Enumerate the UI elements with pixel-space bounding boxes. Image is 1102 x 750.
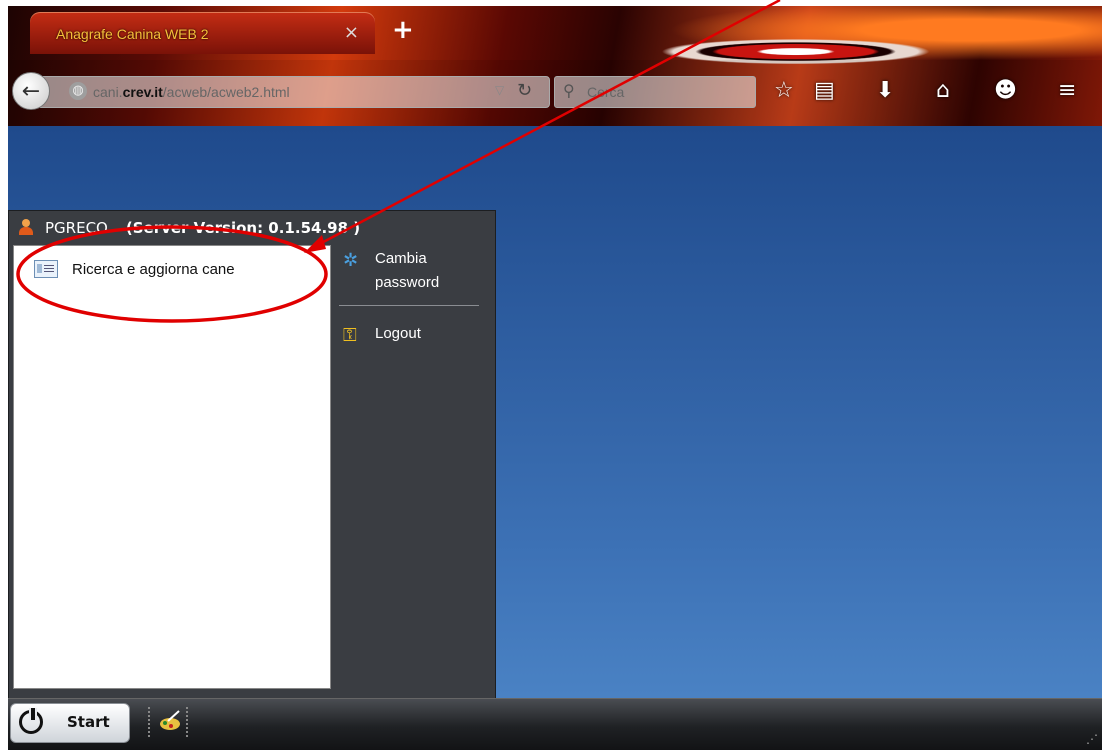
key-icon: ⚿ [343,325,357,346]
menu-item-label: Ricerca e aggiorna cane [72,260,235,278]
power-icon [19,708,43,734]
reload-icon[interactable]: ↻ [517,80,532,101]
change-password-label-1: Cambia [375,250,427,267]
list-window-icon [34,260,58,278]
globe-icon: ◍ [69,82,87,100]
back-arrow-icon: ← [21,78,41,104]
menu-item-ricerca[interactable]: Ricerca e aggiorna cane [34,260,235,278]
window-header: PGRECO (Server Version: 0.1.54.98 ) [9,211,495,245]
url-dropdown-icon[interactable]: ▽ [495,83,504,97]
paint-app-icon[interactable] [158,709,182,733]
change-password-label-2: password [375,274,440,291]
browser-tab[interactable]: Anagrafe Canina WEB 2 × [30,12,375,54]
bookmark-star-icon[interactable]: ☆ [774,80,794,102]
home-icon[interactable]: ⌂ [936,80,950,102]
change-password-button[interactable]: ✲ Cambia password [339,245,489,295]
resize-grip-icon: ⋰ [1086,732,1098,746]
logout-label: Logout [375,325,421,342]
search-input[interactable]: ⚲ Cerca [554,76,756,108]
search-placeholder: Cerca [587,84,625,100]
browser-chrome: Anagrafe Canina WEB 2 × + ◍ cani.crev.it… [8,6,1102,126]
taskbar: Start ⋰ [8,698,1102,750]
window-title: PGRECO (Server Version: 0.1.54.98 ) [45,219,360,237]
desktop-area: PGRECO (Server Version: 0.1.54.98 ) Ricer… [8,126,1102,700]
logout-button[interactable]: ⚿ Logout [339,320,489,346]
back-button[interactable]: ← [12,72,50,110]
tab-close-icon[interactable]: × [344,22,359,43]
user-icon [19,219,33,235]
chat-icon[interactable]: ☻ [994,80,1017,102]
gear-icon: ✲ [343,250,359,271]
nav-toolbar: ◍ cani.crev.it/acweb/acweb2.html ▽ ↻ ← ⚲… [8,60,1102,126]
server-version: (Server Version: 0.1.54.98 ) [125,219,361,237]
url-text: cani.crev.it/acweb/acweb2.html [93,84,290,100]
taskbar-separator [186,707,189,737]
start-label: Start [67,713,110,731]
tab-title: Anagrafe Canina WEB 2 [56,26,209,42]
download-icon[interactable]: ⬇ [876,80,894,102]
username: PGRECO [45,219,108,237]
reading-list-icon[interactable]: ▤ [814,80,835,102]
menu-icon[interactable]: ≡ [1058,80,1076,102]
start-button[interactable]: Start [10,703,130,743]
search-icon: ⚲ [563,81,575,100]
new-tab-button[interactable]: + [392,17,414,43]
side-menu: ✲ Cambia password ⚿ Logout [339,245,489,346]
url-bar[interactable]: ◍ cani.crev.it/acweb/acweb2.html ▽ ↻ [40,76,550,108]
taskbar-separator [148,707,151,737]
start-menu-window: PGRECO (Server Version: 0.1.54.98 ) Ricer… [8,210,496,700]
side-menu-divider [339,305,479,306]
menu-list: Ricerca e aggiorna cane [13,245,331,689]
